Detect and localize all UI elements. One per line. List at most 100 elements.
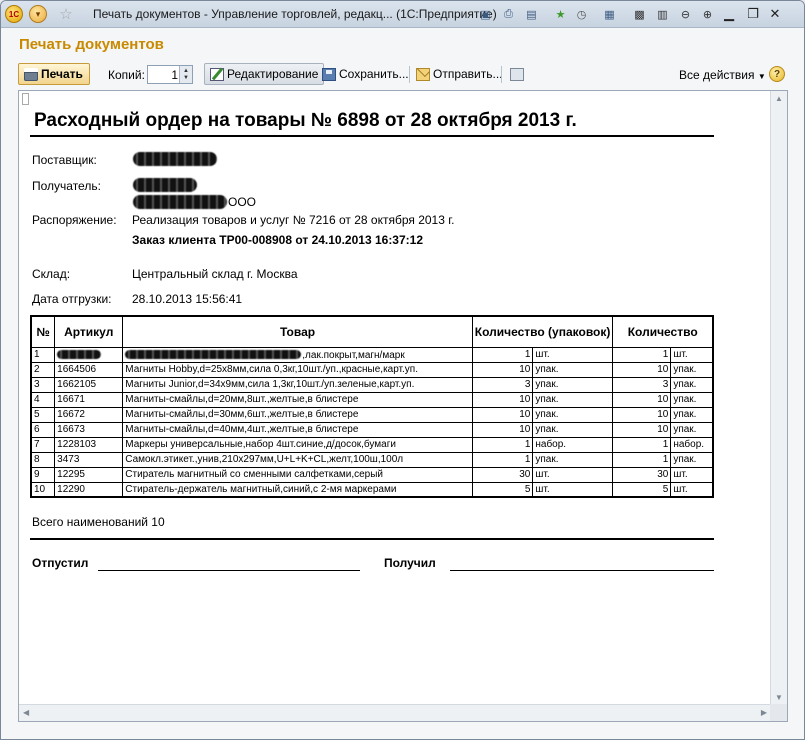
cell-unit: шт.	[670, 466, 714, 483]
table-row: 8 3473 Самокл.этикет.,унив,210x297мм,U+L+K…	[30, 451, 714, 468]
scroll-down-icon[interactable]: ▼	[775, 693, 783, 702]
app-logo-icon: 1С	[5, 5, 23, 23]
cell-qty: 30	[612, 466, 672, 483]
cell-product: Магниты Junior,d=34x9мм,сила 1,3кг,10шт.…	[122, 376, 473, 393]
cell-number: 6	[30, 421, 56, 438]
items-table: № Артикул Товар Количество (упаковок) Ко…	[30, 315, 714, 498]
cell-sku: 16672	[54, 406, 124, 423]
cell-unit: упак.	[670, 361, 714, 378]
save-button[interactable]: Сохранить...	[317, 63, 414, 85]
preview-icon[interactable]: ▤	[523, 6, 540, 22]
history-icon[interactable]: ◷	[573, 6, 590, 22]
cell-qty-pack: 10	[471, 361, 534, 378]
all-actions-menu[interactable]: Все действия ▼	[679, 68, 766, 82]
scroll-corner	[770, 704, 787, 721]
cell-unit: шт.	[670, 481, 714, 498]
order-value: Реализация товаров и услуг № 7216 от 28 …	[132, 213, 455, 227]
col-header-sku: Артикул	[54, 315, 124, 348]
table-row: 7 1228103 Маркеры универсальные,набор 4шт.…	[30, 436, 714, 453]
cell-number: 5	[30, 406, 56, 423]
table-row: 5 16672 Магниты-смайлы,d=30мм,6шт.,желтые,…	[30, 406, 714, 423]
cell-qty-pack: 5	[471, 481, 534, 498]
preview-icon	[510, 67, 524, 81]
col-header-qty-pack: Количество (упаковок)	[471, 315, 614, 348]
cell-product: Магниты-смайлы,d=40мм,4шт.,желтые,в блис…	[122, 421, 473, 438]
cell-sku: 16673	[54, 421, 124, 438]
ship-date-value: 28.10.2013 15:56:41	[132, 292, 243, 306]
redacted-product-name	[125, 349, 302, 359]
notes-icon[interactable]: ▦	[601, 6, 618, 22]
cell-qty: 1	[612, 436, 672, 453]
edit-button-label: Редактирование	[227, 67, 319, 81]
col-header-number: №	[30, 315, 56, 348]
main-menu-icon[interactable]: ▾	[29, 5, 47, 23]
cell-product: Маркеры универсальные,набор 4шт.синие,д/…	[122, 436, 473, 453]
cell-sku: 12295	[54, 466, 124, 483]
save-icon[interactable]: ▣	[477, 6, 494, 22]
spreadsheet-document: Расходный ордер на товары № 6898 от 28 о…	[19, 91, 771, 705]
chevron-down-icon: ▼	[757, 72, 766, 81]
scroll-left-icon[interactable]: ◀	[23, 708, 29, 717]
cell-number: 7	[30, 436, 56, 453]
chevron-up-icon[interactable]: ▲	[183, 68, 189, 75]
table-row: 3 1662105 Магниты Junior,d=34x9мм,сила 1,3…	[30, 376, 714, 393]
cell-qty: 10	[612, 391, 672, 408]
print-button-label: Печать	[41, 67, 83, 81]
cell-qty: 10	[612, 361, 672, 378]
cell-product: Магниты-смайлы,d=30мм,6шт.,желтые,в блис…	[122, 406, 473, 423]
print-icon[interactable]: ⎙	[500, 6, 517, 22]
supplier-label: Поставщик:	[32, 153, 97, 167]
favorite-star-icon[interactable]: ☆	[57, 5, 75, 23]
product-name-visible-part: ,лак.покрыт,магн/марк	[302, 349, 405, 361]
help-button[interactable]: ?	[769, 66, 785, 82]
cell-unit-pack: упак.	[532, 451, 614, 468]
cell-cursor	[22, 93, 29, 105]
cell-unit-pack: шт.	[532, 466, 614, 483]
table-row: 4 16671 Магниты-смайлы,d=20мм,8шт.,желтые,…	[30, 391, 714, 408]
send-button[interactable]: Отправить...	[411, 63, 508, 85]
minimize-button[interactable]: ▁	[718, 4, 740, 24]
warehouse-label: Склад:	[32, 267, 71, 281]
toolbar-divider	[409, 66, 410, 83]
table-header-row: № Артикул Товар Количество (упаковок) Ко…	[30, 315, 714, 348]
cell-number: 8	[30, 451, 56, 468]
table-row: 10 12290 Стиратель-держатель магнитный,син…	[30, 481, 714, 498]
vertical-scrollbar[interactable]: ▲ ▼	[770, 91, 787, 705]
close-button[interactable]: ✕	[764, 4, 786, 24]
title-underline	[30, 135, 714, 137]
document-viewer[interactable]: Расходный ордер на товары № 6898 от 28 о…	[18, 90, 788, 722]
copies-label: Копий:	[108, 68, 145, 82]
restore-button[interactable]: ❐	[742, 4, 764, 24]
copies-stepper[interactable]: ▲ ▼	[179, 66, 192, 83]
table-row: 9 12295 Стиратель магнитный со сменными са…	[30, 466, 714, 483]
cell-unit-pack: упак.	[532, 391, 614, 408]
cell-number: 2	[30, 361, 56, 378]
calculator-icon[interactable]: ▩	[631, 6, 648, 22]
cell-product: Магниты-смайлы,d=20мм,8шт.,желтые,в блис…	[122, 391, 473, 408]
scroll-right-icon[interactable]: ▶	[761, 708, 767, 717]
client-order: Заказ клиента ТР00-008908 от 24.10.2013 …	[132, 233, 423, 247]
cell-unit: шт.	[670, 346, 714, 363]
scroll-up-icon[interactable]: ▲	[775, 94, 783, 103]
cell-qty-pack: 30	[471, 466, 534, 483]
calendar-icon[interactable]: ▥	[654, 6, 671, 22]
cell-unit-pack: упак.	[532, 361, 614, 378]
table-row: 2 1664506 Магниты Hobby,d=25x8мм,сила 0,3к…	[30, 361, 714, 378]
chevron-down-icon[interactable]: ▼	[183, 75, 189, 82]
cell-qty: 1	[612, 451, 672, 468]
preview-button[interactable]	[505, 63, 529, 85]
cell-unit-pack: упак.	[532, 421, 614, 438]
cell-sku: 1662105	[54, 376, 124, 393]
zoom-in-icon[interactable]: ⊕	[699, 6, 716, 22]
edit-icon	[210, 67, 224, 81]
cell-unit: набор.	[670, 436, 714, 453]
add-favorite-icon[interactable]: ★	[552, 6, 569, 22]
print-button[interactable]: Печать	[18, 63, 90, 85]
window-title: Печать документов - Управление торговлей…	[93, 7, 497, 21]
edit-toggle-button[interactable]: Редактирование	[204, 63, 325, 85]
cell-qty-pack: 1	[471, 451, 534, 468]
horizontal-scrollbar[interactable]: ◀ ▶	[19, 704, 771, 721]
printer-icon	[24, 67, 38, 81]
order-label: Распоряжение:	[32, 213, 117, 227]
zoom-out-icon[interactable]: ⊖	[677, 6, 694, 22]
